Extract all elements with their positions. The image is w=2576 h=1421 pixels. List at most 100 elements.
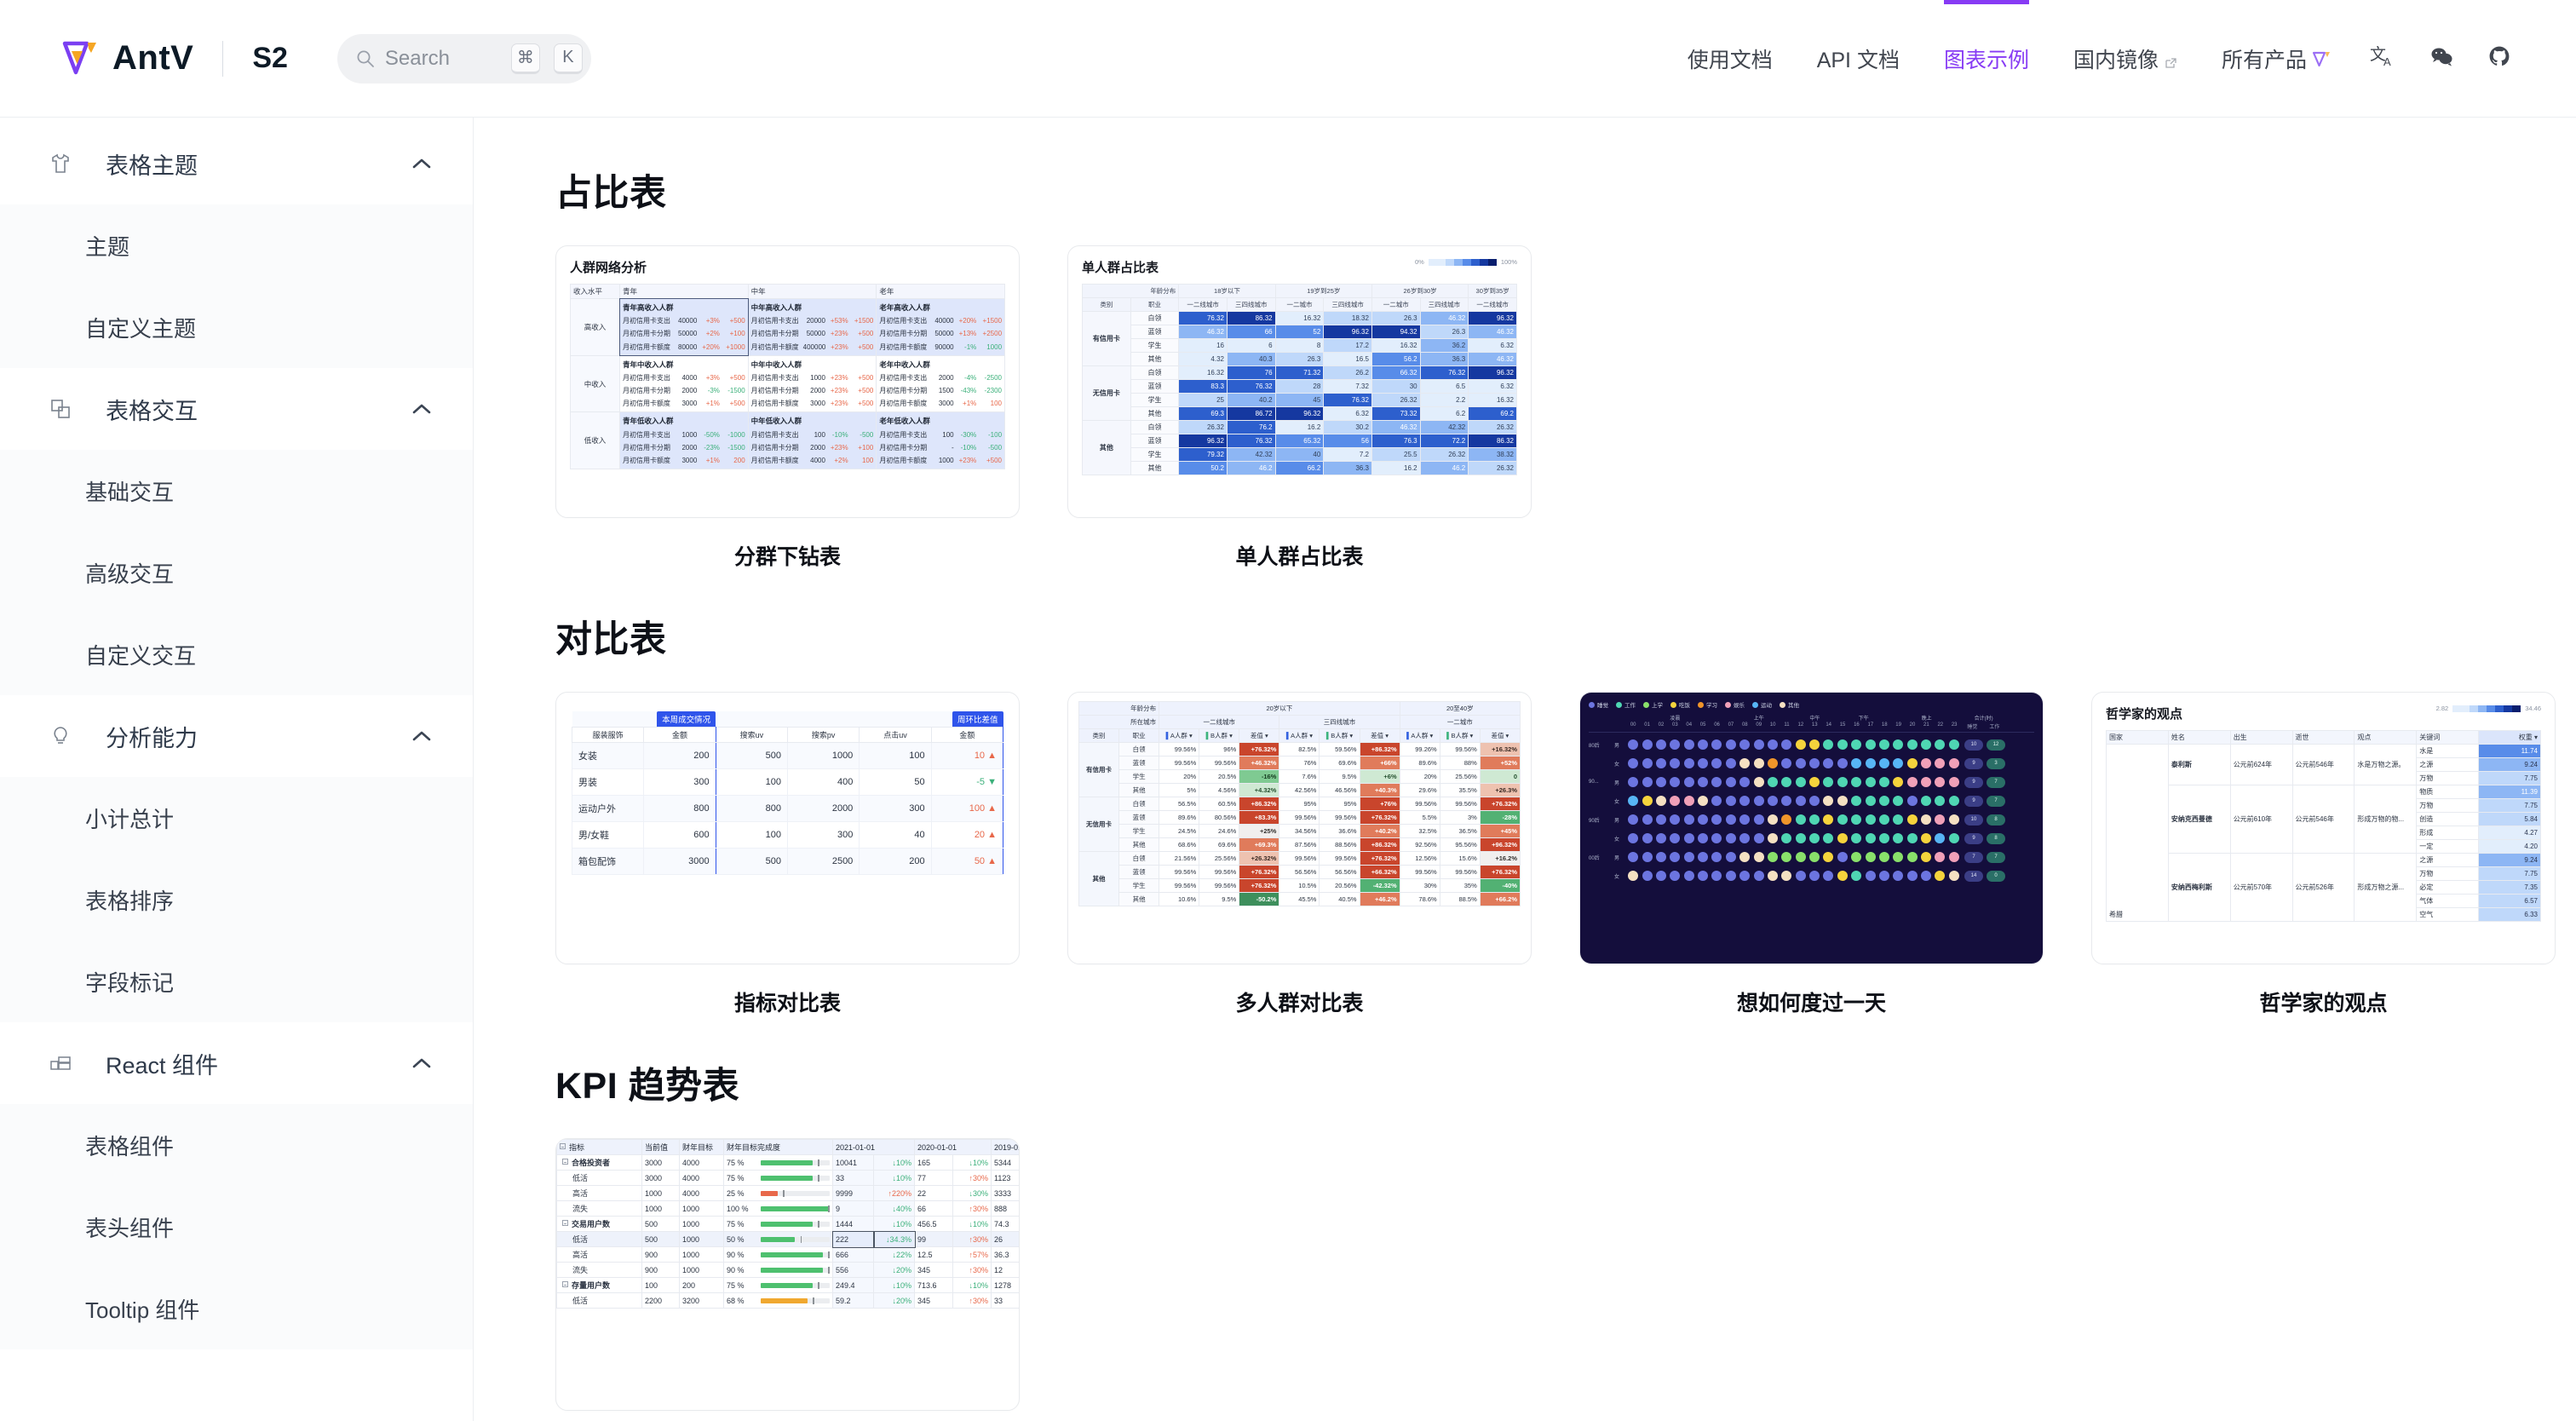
trend-value[interactable]: 888 xyxy=(992,1201,1021,1217)
heat-cell[interactable]: 96.32 xyxy=(1469,366,1517,380)
activity-dot[interactable] xyxy=(1866,852,1876,862)
table-cell[interactable]: 9.5% xyxy=(1320,770,1360,784)
table-cell[interactable]: 36.6% xyxy=(1320,825,1360,838)
activity-dot[interactable] xyxy=(1754,758,1764,768)
diff-cell[interactable]: +46.2% xyxy=(1360,893,1400,906)
activity-dot[interactable] xyxy=(1837,739,1848,750)
trend-value[interactable]: 3333 xyxy=(992,1186,1021,1201)
heat-cell[interactable]: 46.32 xyxy=(1420,312,1469,325)
weight-cell[interactable]: 5.84 xyxy=(2479,813,2541,826)
table-cell[interactable]: 500 xyxy=(716,743,787,769)
activity-dot[interactable] xyxy=(1739,777,1750,787)
weight-cell[interactable]: 7.75 xyxy=(2479,799,2541,813)
diff-cell[interactable]: +83.3% xyxy=(1239,811,1279,825)
table-cell[interactable]: 800 xyxy=(716,796,787,822)
activity-dot[interactable] xyxy=(1726,871,1736,881)
trend-value[interactable]: 1278 xyxy=(992,1278,1021,1293)
activity-dot[interactable] xyxy=(1656,758,1666,768)
table-cell[interactable]: 35.5% xyxy=(1440,784,1480,797)
activity-dot[interactable] xyxy=(1684,777,1694,787)
activity-dot[interactable] xyxy=(1893,871,1903,881)
heat-cell[interactable]: 65.32 xyxy=(1275,434,1324,448)
heat-cell[interactable]: 96.32 xyxy=(1275,407,1324,421)
activity-dot[interactable] xyxy=(1866,739,1876,750)
diff-cell[interactable]: +76.32% xyxy=(1480,866,1520,879)
table-cell[interactable]: 25.56% xyxy=(1199,852,1239,866)
trend-value[interactable]: 222 xyxy=(833,1232,874,1247)
sidebar-item-theme[interactable]: 主题 xyxy=(0,204,473,286)
heat-cell[interactable]: 17.2 xyxy=(1324,339,1372,353)
table-cell[interactable]: 69.6% xyxy=(1320,757,1360,770)
table-cell[interactable]: 99.56% xyxy=(1199,866,1239,879)
activity-dot[interactable] xyxy=(1768,777,1778,787)
table-cell[interactable]: 4.56% xyxy=(1199,784,1239,797)
heat-cell[interactable]: 40 xyxy=(1275,448,1324,462)
diff-cell[interactable]: +4.32% xyxy=(1239,784,1279,797)
nav-item-examples[interactable]: 图表示例 xyxy=(1922,0,2051,117)
trend-value[interactable]: 666 xyxy=(833,1247,874,1263)
activity-dot[interactable] xyxy=(1921,777,1931,787)
trend-change[interactable]: ↑30% xyxy=(953,1232,992,1247)
table-cell[interactable]: 82.5% xyxy=(1279,743,1320,757)
weight-cell[interactable]: 7.75 xyxy=(2479,867,2541,881)
heat-cell[interactable]: 6.32 xyxy=(1324,407,1372,421)
activity-dot[interactable] xyxy=(1796,852,1806,862)
activity-dot[interactable] xyxy=(1642,739,1653,750)
activity-dot[interactable] xyxy=(1670,833,1680,843)
table-cell[interactable]: 60.5% xyxy=(1199,797,1239,811)
activity-dot[interactable] xyxy=(1781,871,1791,881)
activity-dot[interactable] xyxy=(1851,758,1861,768)
heat-cell[interactable]: 26.32 xyxy=(1469,462,1517,475)
activity-dot[interactable] xyxy=(1670,758,1680,768)
activity-dot[interactable] xyxy=(1642,871,1653,881)
table-cell[interactable]: 95.56% xyxy=(1440,838,1480,852)
table-cell[interactable]: 29.6% xyxy=(1400,784,1440,797)
activity-dot[interactable] xyxy=(1921,871,1931,881)
heat-cell[interactable]: 46.32 xyxy=(1469,325,1517,339)
diff-cell[interactable]: +45% xyxy=(1480,825,1520,838)
activity-dot[interactable] xyxy=(1642,796,1653,806)
heat-cell[interactable]: 26.32 xyxy=(1179,421,1228,434)
keyword-cell[interactable]: 万物 xyxy=(2417,799,2479,813)
collapse-icon[interactable] xyxy=(562,1281,568,1287)
activity-dot[interactable] xyxy=(1823,852,1833,862)
weight-cell[interactable]: 11.74 xyxy=(2479,745,2541,758)
heat-cell[interactable]: 42.32 xyxy=(1420,421,1469,434)
diff-cell[interactable]: -40% xyxy=(1480,879,1520,893)
diff-cell[interactable]: +66.32% xyxy=(1360,866,1400,879)
activity-dot[interactable] xyxy=(1935,739,1945,750)
table-cell[interactable]: 92.56% xyxy=(1400,838,1440,852)
heat-cell[interactable]: 86.32 xyxy=(1227,312,1275,325)
keyword-cell[interactable]: 万物 xyxy=(2417,867,2479,881)
keyword-cell[interactable]: 空气 xyxy=(2417,908,2479,922)
diff-cell[interactable]: +40.2% xyxy=(1360,825,1400,838)
diff-cell[interactable]: +76.32% xyxy=(1480,797,1520,811)
activity-dot[interactable] xyxy=(1754,852,1764,862)
activity-dot[interactable] xyxy=(1656,777,1666,787)
table-cell[interactable]: 40 xyxy=(860,822,931,849)
table-cell[interactable]: 99.56% xyxy=(1440,743,1480,757)
heat-cell[interactable]: 30 xyxy=(1371,380,1420,394)
progress-cell[interactable]: 25 % xyxy=(724,1186,833,1201)
activity-dot[interactable] xyxy=(1684,833,1694,843)
heat-cell[interactable]: 96.32 xyxy=(1324,325,1372,339)
trend-value[interactable]: 345 xyxy=(915,1293,953,1309)
heat-cell[interactable]: 56 xyxy=(1324,434,1372,448)
activity-dot[interactable] xyxy=(1866,796,1876,806)
trend-value[interactable]: 9999 xyxy=(833,1186,874,1201)
trend-change[interactable]: ↓20% xyxy=(874,1293,915,1309)
activity-dot[interactable] xyxy=(1949,777,1959,787)
table-cell[interactable]: 青年中收入人群月初信用卡支出4000+3%+500月初信用卡分期2000-3%-… xyxy=(620,355,749,412)
table-cell[interactable]: 15.6% xyxy=(1440,852,1480,866)
heat-cell[interactable]: 38.32 xyxy=(1469,448,1517,462)
trend-change[interactable]: ↓20% xyxy=(874,1263,915,1278)
activity-dot[interactable] xyxy=(1628,739,1638,750)
card-metric-comparison[interactable]: 本周成交情况周环比差值服装服饰金额搜索uv搜索pv点击uv金额女装2005001… xyxy=(555,692,1020,1017)
collapse-icon[interactable] xyxy=(560,1143,566,1149)
activity-dot[interactable] xyxy=(1684,871,1694,881)
nav-item-docs[interactable]: 使用文档 xyxy=(1665,0,1795,117)
heat-cell[interactable]: 16.32 xyxy=(1371,339,1420,353)
sidebar-group-react-components[interactable]: React 组件 xyxy=(0,1022,473,1104)
diff-cell[interactable]: -42.32% xyxy=(1360,879,1400,893)
activity-dot[interactable] xyxy=(1921,814,1931,825)
